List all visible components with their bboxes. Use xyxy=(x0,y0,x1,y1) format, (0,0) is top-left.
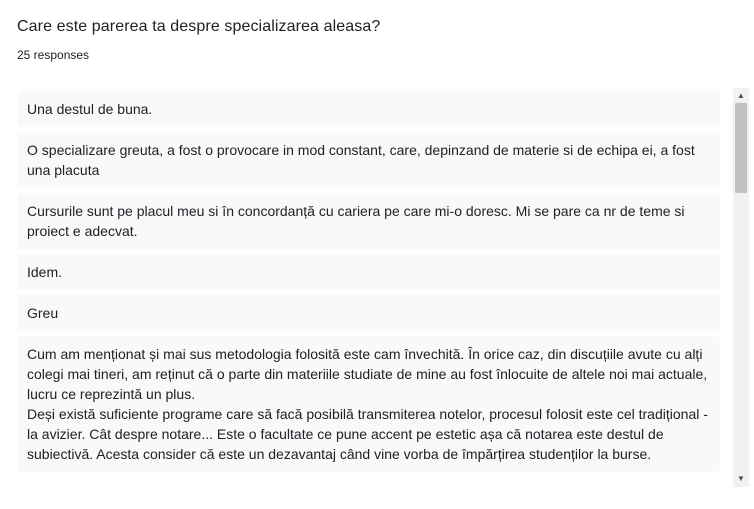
response-count: 25 responses xyxy=(17,48,90,62)
response-item: Cursurile sunt pe placul meu si în conco… xyxy=(17,193,720,249)
responses-list[interactable]: Una destul de buna. O specializare greut… xyxy=(17,91,720,484)
response-item: Cum am menționat și mai sus metodologia … xyxy=(17,336,720,472)
scroll-down-icon[interactable]: ▼ xyxy=(733,472,749,486)
response-item: Idem. xyxy=(17,254,720,290)
vertical-scrollbar[interactable]: ▲ ▼ xyxy=(733,88,749,487)
response-item: O specializare greuta, a fost o provocar… xyxy=(17,132,720,188)
response-item: Greu xyxy=(17,295,720,331)
question-title: Care este parerea ta despre specializare… xyxy=(17,18,381,35)
response-item: Una destul de buna. xyxy=(17,91,720,127)
scroll-up-icon[interactable]: ▲ xyxy=(733,89,749,103)
scroll-thumb[interactable] xyxy=(735,103,747,193)
